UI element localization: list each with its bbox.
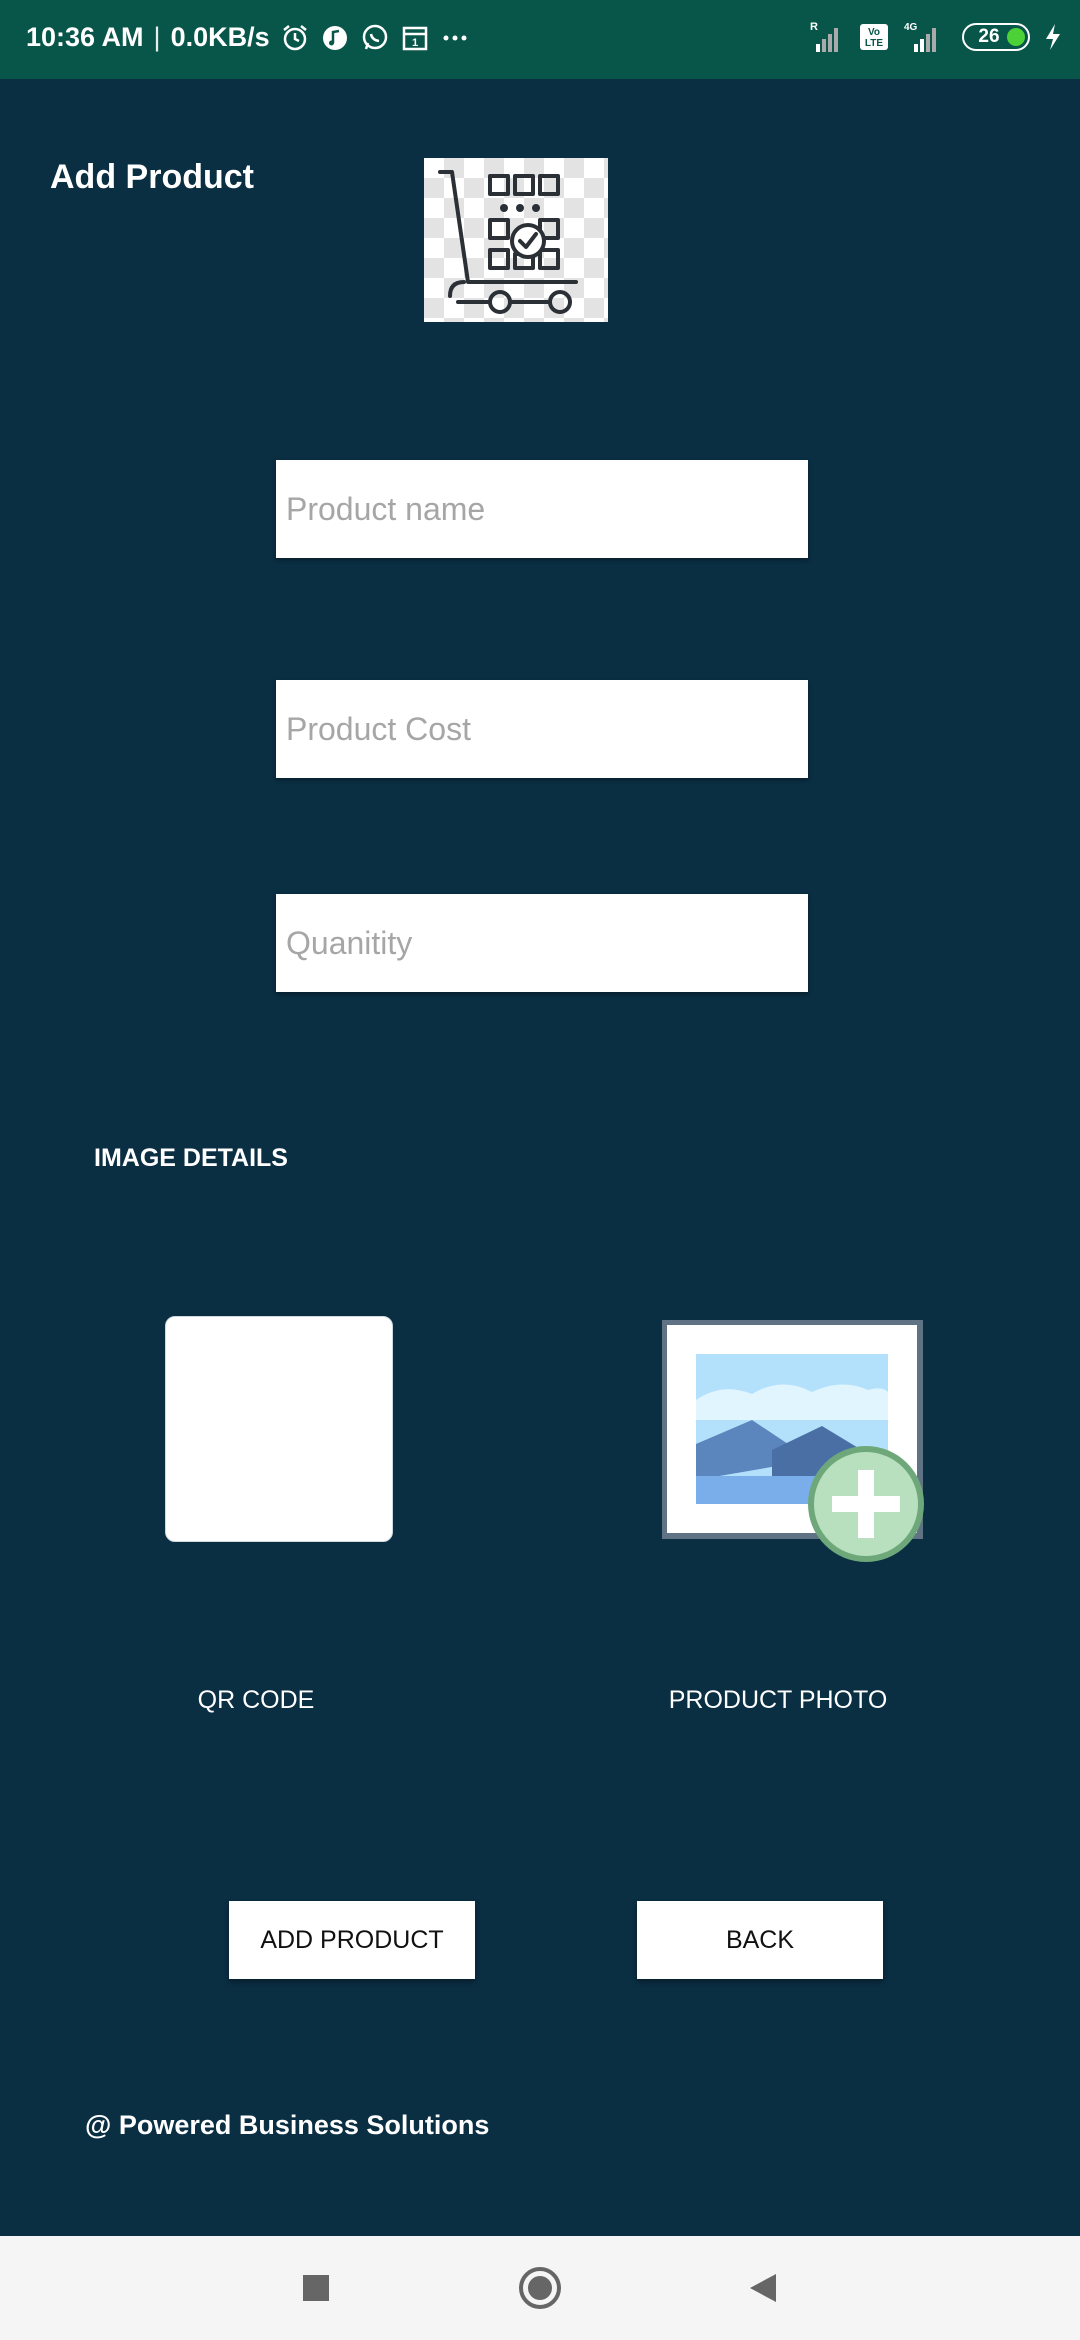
battery-fill [1007, 28, 1025, 46]
battery-level: 26 [978, 26, 1000, 47]
status-separator: | [153, 22, 161, 52]
back-nav-button[interactable] [732, 2258, 792, 2318]
4g-signal-icon: 4G [904, 22, 936, 52]
product-photo-picker[interactable] [661, 1319, 932, 1570]
system-nav-bar [0, 2236, 1080, 2340]
status-bar: 10:36 AM | 0.0KB/s 1 R Vo LTE 4G 26 [0, 0, 1080, 79]
whatsapp-icon [362, 24, 387, 49]
recent-apps-button[interactable] [286, 2258, 346, 2318]
calendar-icon: 1 [402, 26, 427, 50]
status-right: R Vo LTE 4G 26 [810, 20, 1062, 54]
qr-code-image[interactable] [165, 1316, 393, 1542]
page-title: Add Product [50, 158, 254, 196]
add-photo-icon [661, 1319, 924, 1562]
alarm-icon [282, 24, 307, 50]
svg-text:1: 1 [412, 37, 418, 49]
music-icon [322, 25, 347, 50]
back-button[interactable]: BACK [637, 1901, 883, 1979]
app-logo [424, 158, 608, 322]
qr-code-label: QR CODE [197, 1686, 315, 1714]
circle-icon [519, 2267, 561, 2309]
triangle-back-icon [750, 2274, 776, 2302]
volte-icon: Vo LTE [860, 24, 888, 50]
battery-icon: 26 [962, 23, 1030, 51]
svg-text:Vo: Vo [868, 27, 880, 38]
signal-icon: R [810, 21, 838, 52]
svg-text:R: R [810, 21, 818, 33]
status-network-speed: 0.0KB/s [170, 22, 270, 52]
svg-text:LTE: LTE [865, 38, 883, 49]
quantity-input[interactable] [276, 894, 808, 992]
image-details-heading: IMAGE DETAILS [94, 1144, 288, 1172]
product-photo-label: PRODUCT PHOTO [668, 1686, 888, 1714]
square-icon [303, 2275, 329, 2301]
cart-boxes-icon [438, 170, 578, 314]
product-cost-input[interactable] [276, 680, 808, 778]
status-time: 10:36 AM [26, 22, 144, 52]
charging-icon [1046, 24, 1060, 50]
product-name-input[interactable] [276, 460, 808, 558]
footer-credit: @ Powered Business Solutions [85, 2110, 490, 2140]
add-product-button[interactable]: ADD PRODUCT [229, 1901, 475, 1979]
status-left: 10:36 AM | 0.0KB/s 1 [26, 22, 470, 53]
svg-text:4G: 4G [904, 22, 918, 33]
home-button[interactable] [510, 2258, 570, 2318]
more-icon [443, 35, 467, 40]
